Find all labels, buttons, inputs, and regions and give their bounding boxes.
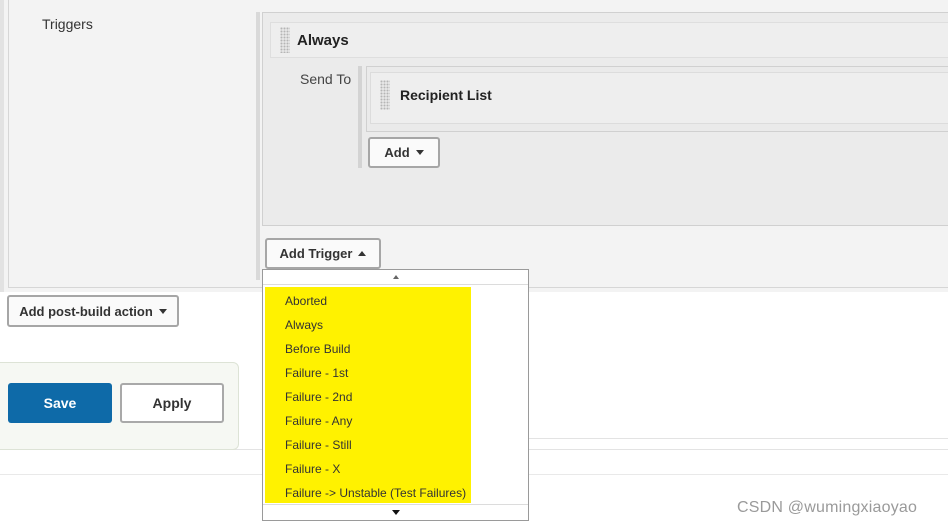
- menu-item-failure-unstable[interactable]: Failure -> Unstable (Test Failures): [265, 481, 527, 505]
- drag-handle-icon[interactable]: [380, 80, 390, 110]
- menu-item-failure-2nd[interactable]: Failure - 2nd: [265, 385, 527, 409]
- caret-up-icon: [358, 251, 367, 256]
- section-left-rule: [0, 0, 4, 326]
- menu-item-failure-1st[interactable]: Failure - 1st: [265, 361, 527, 385]
- recipient-drag-rail[interactable]: [358, 66, 362, 168]
- menu-item-failure-any[interactable]: Failure - Any: [265, 409, 527, 433]
- add-trigger-label: Add Trigger: [279, 246, 353, 261]
- trigger-header: [270, 22, 948, 58]
- add-post-build-label: Add post-build action: [19, 303, 153, 319]
- add-trigger-button[interactable]: Add Trigger: [265, 238, 381, 269]
- trigger-menu-list: Aborted Always Before Build Failure - 1s…: [265, 289, 527, 505]
- trigger-title: Always: [297, 32, 349, 49]
- send-to-label: Send To: [300, 71, 352, 87]
- watermark: CSDN @wumingxiaoyao: [737, 499, 918, 516]
- add-recipient-button[interactable]: Add: [368, 137, 440, 168]
- divider: [528, 438, 948, 439]
- menu-item-failure-still[interactable]: Failure - Still: [265, 433, 527, 457]
- scroll-down-arrow: [391, 510, 400, 515]
- recipient-list-title: Recipient List: [400, 87, 492, 103]
- scroll-down-icon[interactable]: [263, 504, 528, 520]
- add-button-label: Add: [384, 145, 410, 160]
- scroll-up-icon[interactable]: [263, 270, 528, 285]
- menu-item-failure-x[interactable]: Failure - X: [265, 457, 527, 481]
- save-button[interactable]: Save: [8, 383, 112, 423]
- caret-down-icon: [158, 308, 167, 314]
- add-post-build-action-button[interactable]: Add post-build action: [7, 295, 179, 327]
- trigger-drag-rail[interactable]: [256, 12, 260, 280]
- menu-item-always[interactable]: Always: [265, 313, 527, 337]
- scroll-up-arrow: [392, 275, 399, 279]
- triggers-label: Triggers: [42, 16, 93, 32]
- drag-handle-icon[interactable]: [280, 27, 290, 53]
- menu-item-before-build[interactable]: Before Build: [265, 337, 527, 361]
- apply-button[interactable]: Apply: [120, 383, 224, 423]
- menu-item-aborted[interactable]: Aborted: [265, 289, 527, 313]
- caret-down-icon: [415, 150, 424, 155]
